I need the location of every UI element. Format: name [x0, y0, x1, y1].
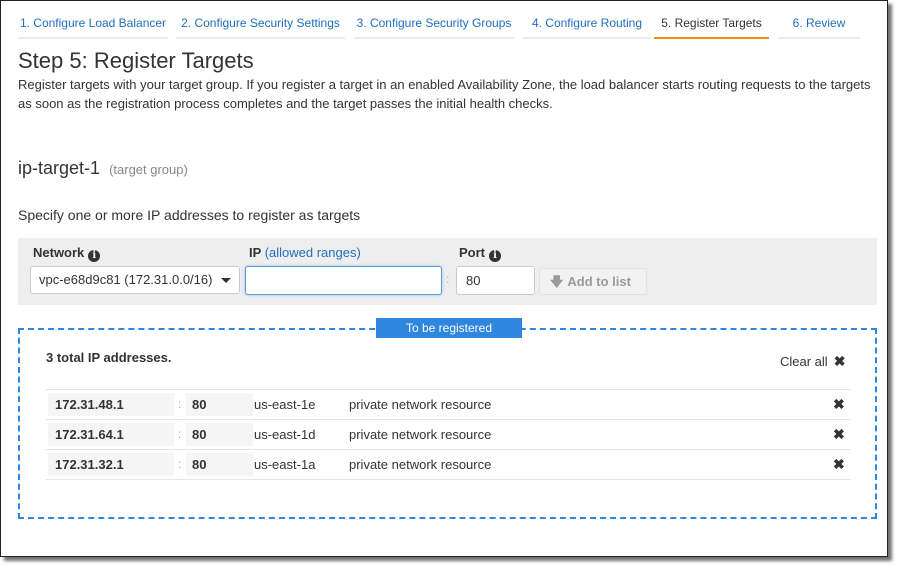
- info-icon[interactable]: i: [88, 250, 101, 262]
- ip-label: IP (allowed ranges): [249, 245, 361, 260]
- target-group-name: ip-target-1: [18, 158, 101, 178]
- clear-all-button[interactable]: Clear all ✖: [780, 353, 845, 370]
- table-row: 172.31.32.1 : 80 us-east-1a private netw…: [46, 450, 851, 480]
- target-availability-zone: us-east-1e: [254, 397, 316, 412]
- target-type: private network resource: [349, 427, 492, 442]
- page-description: Register targets with your target group.…: [18, 77, 871, 111]
- tab-configure-security-settings[interactable]: 2. Configure Security Settings: [176, 11, 345, 39]
- ip-port-separator: :: [178, 397, 182, 411]
- target-ip: 172.31.32.1: [48, 453, 174, 476]
- ip-port-separator: :: [446, 272, 450, 286]
- add-to-list-label: Add to list: [567, 274, 631, 289]
- page-title: Step 5: Register Targets: [18, 48, 254, 73]
- target-type: private network resource: [349, 457, 492, 472]
- ip-port-separator: :: [178, 457, 182, 471]
- close-icon: ✖: [833, 353, 846, 369]
- ip-label-text: IP: [249, 245, 262, 260]
- port-input[interactable]: [456, 266, 535, 295]
- caret-down-icon: [221, 278, 231, 283]
- info-icon[interactable]: i: [489, 250, 501, 262]
- network-select-value: vpc-e68d9c81 (172.31.0.0/16): [39, 272, 213, 287]
- ip-port-separator: :: [178, 427, 182, 441]
- tab-register-targets[interactable]: 5. Register Targets: [654, 11, 769, 39]
- port-label-text: Port: [459, 245, 485, 260]
- arrow-down-icon: 🡇: [550, 274, 564, 289]
- target-port: 80: [186, 393, 253, 416]
- ip-input[interactable]: [245, 266, 442, 295]
- register-instructions: Specify one or more IP addresses to regi…: [18, 207, 361, 223]
- target-group-type-label: (target group): [109, 162, 188, 177]
- tab-configure-load-balancer[interactable]: 1. Configure Load Balancer: [18, 11, 168, 39]
- tab-configure-routing[interactable]: 4. Configure Routing: [523, 11, 651, 39]
- port-label: Port i: [459, 245, 501, 262]
- network-select[interactable]: vpc-e68d9c81 (172.31.0.0/16): [30, 266, 240, 294]
- total-ip-count: 3 total IP addresses.: [46, 350, 172, 365]
- window-frame: 1. Configure Load Balancer 2. Configure …: [0, 0, 888, 557]
- target-port: 80: [186, 453, 253, 476]
- remove-target-icon[interactable]: ✖: [833, 393, 845, 416]
- add-to-list-button[interactable]: 🡇 Add to list: [539, 268, 647, 295]
- to-be-registered-badge: To be registered: [376, 318, 522, 338]
- tab-configure-security-groups[interactable]: 3. Configure Security Groups: [354, 11, 514, 39]
- target-group-heading: ip-target-1 (target group): [18, 158, 188, 179]
- network-label-text: Network: [33, 245, 85, 260]
- register-form: Network i IP (allowed ranges) Port i vpc-e…: [18, 238, 877, 305]
- target-ip: 172.31.64.1: [48, 423, 174, 446]
- allowed-ranges-link[interactable]: (allowed ranges): [265, 245, 361, 260]
- table-row: 172.31.48.1 : 80 us-east-1e private netw…: [46, 390, 851, 420]
- table-row: 172.31.64.1 : 80 us-east-1d private netw…: [46, 420, 851, 450]
- target-availability-zone: us-east-1d: [254, 427, 316, 442]
- network-label: Network i: [33, 245, 101, 262]
- target-type: private network resource: [349, 397, 492, 412]
- remove-target-icon[interactable]: ✖: [833, 423, 845, 446]
- target-ip: 172.31.48.1: [48, 393, 174, 416]
- clear-all-label: Clear all: [780, 354, 828, 369]
- tab-review[interactable]: 6. Review: [778, 11, 860, 39]
- target-availability-zone: us-east-1a: [254, 457, 316, 472]
- remove-target-icon[interactable]: ✖: [833, 453, 845, 476]
- target-port: 80: [186, 423, 253, 446]
- registered-targets-list: 172.31.48.1 : 80 us-east-1e private netw…: [46, 389, 851, 480]
